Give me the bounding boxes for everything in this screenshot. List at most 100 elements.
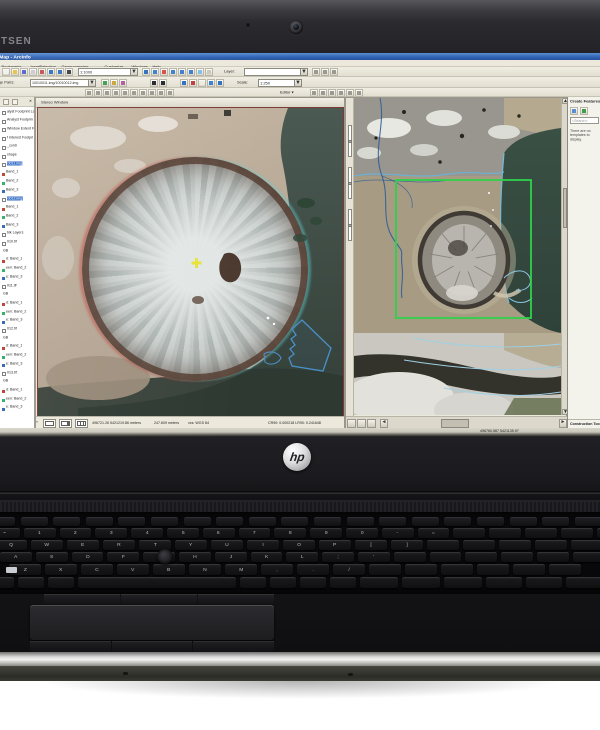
select-elements-icon[interactable] xyxy=(142,68,150,76)
capture-icon[interactable] xyxy=(119,78,127,87)
toc-layer-row[interactable]: 0012.img xyxy=(0,194,34,202)
redo-icon[interactable] xyxy=(56,68,64,76)
hscroll-thumb[interactable] xyxy=(441,419,469,428)
fixed-zoom-in-icon[interactable] xyxy=(151,68,159,76)
stereo-model-icon[interactable] xyxy=(101,78,109,87)
add-layer-icon[interactable] xyxy=(312,68,320,76)
prev-extent-icon[interactable] xyxy=(178,68,186,76)
pan-mode-icon[interactable] xyxy=(347,419,356,428)
chevron-down-icon[interactable]: ▼ xyxy=(294,79,301,86)
full-extent-icon[interactable] xyxy=(169,68,177,76)
target-layer-icon[interactable] xyxy=(319,88,327,97)
image-pair-combo[interactable]: 10010011.img/10010012.img ▼ xyxy=(30,78,96,87)
edit-tool-icon[interactable] xyxy=(85,88,93,97)
map-scale-combo[interactable]: 1:1000 ▼ xyxy=(78,68,138,76)
toc-layer-row[interactable]: 011.tif xyxy=(0,281,34,289)
pan-icon[interactable] xyxy=(198,78,206,87)
refresh-templates-icon[interactable] xyxy=(580,107,588,115)
toc-layer-row[interactable]: GB xyxy=(0,377,34,385)
add-data-icon[interactable] xyxy=(65,68,73,76)
next-extent-icon[interactable] xyxy=(187,68,195,76)
toc-layer-row[interactable]: d: Band_1 xyxy=(0,385,34,394)
toc-layer-row[interactable]: Band_2 xyxy=(0,177,34,185)
chevron-down-icon[interactable]: ▼ xyxy=(88,79,95,86)
stereo-scale-combo[interactable]: 1:250 ▼ xyxy=(258,78,302,87)
straight-segment-icon[interactable] xyxy=(103,88,111,97)
tangent-icon[interactable] xyxy=(166,88,174,97)
toc-layer-row[interactable]: een: Band_2 xyxy=(0,394,34,403)
layer-combo[interactable]: ▼ xyxy=(244,68,308,76)
toc-layer-row[interactable]: d: Band_1 xyxy=(0,255,34,263)
edit-layer-icon[interactable] xyxy=(321,68,329,76)
save-icon[interactable] xyxy=(20,68,28,76)
zoom-mode-icon[interactable] xyxy=(357,419,366,428)
chevron-down-icon[interactable]: ▼ xyxy=(300,69,307,75)
toc-layer-row[interactable]: 0011.img xyxy=(0,159,34,168)
intersection-icon[interactable] xyxy=(157,88,165,97)
attributes-icon[interactable] xyxy=(337,88,345,97)
single-view-button[interactable] xyxy=(43,419,56,428)
toc-layer-row[interactable]: een: Band_2 xyxy=(0,264,34,272)
scroll-left-icon[interactable]: ◄ xyxy=(380,419,388,428)
rubber-foot xyxy=(123,672,128,675)
sketch-properties-icon[interactable] xyxy=(328,88,336,97)
toc-layer-row[interactable]: 010.tif xyxy=(0,238,34,246)
stereo-map-canvas[interactable] xyxy=(37,107,344,417)
open-icon[interactable] xyxy=(11,68,19,76)
toc-layer-row[interactable]: GB xyxy=(0,246,34,254)
toc-layer-row[interactable]: d: Band_1 xyxy=(0,298,34,307)
trace-icon[interactable] xyxy=(121,88,129,97)
edit-arrow-icon[interactable] xyxy=(150,78,158,87)
arc-segment-icon[interactable] xyxy=(112,88,120,97)
stereo-window-header[interactable]: Stereo Window xyxy=(36,98,344,108)
more-tools-icon[interactable] xyxy=(330,68,338,76)
clear-selection-icon[interactable] xyxy=(205,68,213,76)
topo-edit-icon[interactable] xyxy=(159,78,167,87)
table-view-icon[interactable] xyxy=(355,88,363,97)
organize-templates-icon[interactable] xyxy=(570,107,578,115)
reference-map-canvas[interactable] xyxy=(354,98,561,415)
toc-layer-row[interactable]: GB xyxy=(0,290,34,298)
undo-icon[interactable] xyxy=(47,68,55,76)
toc-layer-row[interactable]: e: Band_3 xyxy=(0,403,34,411)
vertex-icon[interactable] xyxy=(139,88,147,97)
editor-menu[interactable]: Editor ▾ xyxy=(280,90,294,95)
toolbar-overflow-icon[interactable]: » xyxy=(36,420,38,424)
zoom-out-icon[interactable] xyxy=(189,78,197,87)
split-view-button[interactable] xyxy=(75,419,88,428)
fixed-zoom-out-icon[interactable] xyxy=(160,68,168,76)
midpoint-icon[interactable] xyxy=(130,88,138,97)
sketch-icon[interactable] xyxy=(94,88,102,97)
select-features-icon[interactable] xyxy=(196,68,204,76)
back-extent-icon[interactable] xyxy=(216,78,224,87)
grid-view-icon[interactable] xyxy=(346,88,354,97)
scroll-right-icon[interactable]: ► xyxy=(559,419,567,428)
y-parallax-slider[interactable] xyxy=(348,167,352,199)
endpoint-arc-icon[interactable] xyxy=(148,88,156,97)
toc-layer-row[interactable]: 012.tif xyxy=(0,325,34,333)
toc-layer-row[interactable]: d: Band_1 xyxy=(0,342,34,350)
toc-layer-row[interactable]: GB xyxy=(0,333,34,341)
window-titlebar[interactable]: ArcMap - ArcInfo xyxy=(0,53,600,60)
stereo-view-button[interactable] xyxy=(59,419,72,428)
toc-layer-row[interactable]: Band_1 xyxy=(0,168,34,176)
cursor-height-icon[interactable] xyxy=(110,78,118,87)
toc-layer-row[interactable]: een: Band_2 xyxy=(0,351,34,359)
cut-icon[interactable] xyxy=(38,68,46,76)
zoom-in-icon[interactable] xyxy=(180,78,188,87)
print-icon[interactable] xyxy=(29,68,37,76)
link-view-icon[interactable] xyxy=(367,419,376,428)
chevron-down-icon[interactable]: ▼ xyxy=(130,69,137,75)
template-search-input[interactable]: <Search> xyxy=(570,117,599,124)
toc-layer-row[interactable]: Band_1 xyxy=(0,203,34,211)
list-by-source-icon[interactable] xyxy=(12,99,18,105)
toc-layer-row[interactable]: een: Band_2 xyxy=(0,307,34,316)
toc-layer-row[interactable]: Band_2 xyxy=(0,211,34,220)
x-parallax-slider[interactable] xyxy=(348,125,352,157)
snapping-icon[interactable] xyxy=(310,88,318,97)
new-icon[interactable] xyxy=(2,68,10,76)
close-icon[interactable]: ✕ xyxy=(29,99,32,103)
z-elevation-slider[interactable] xyxy=(348,209,352,241)
full-extent-icon[interactable] xyxy=(207,78,215,87)
toc-layer-row[interactable]: 013.tif xyxy=(0,368,34,376)
